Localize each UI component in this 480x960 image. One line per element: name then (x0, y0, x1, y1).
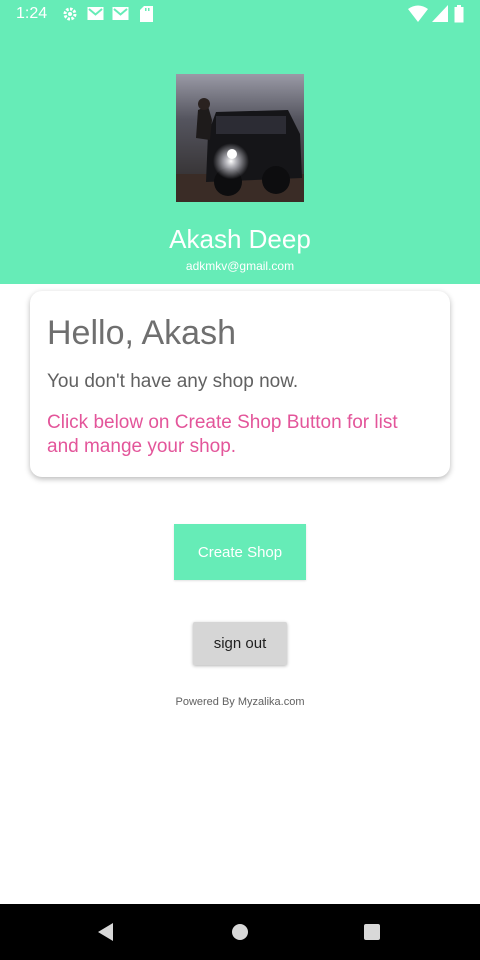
gear-icon (62, 6, 78, 27)
create-shop-hint: Click below on Create Shop Button for li… (47, 412, 398, 457)
gmail-icon (87, 6, 104, 26)
greeting-heading: Hello, Akash (47, 314, 236, 352)
back-button[interactable] (76, 904, 136, 960)
recents-square-icon (364, 924, 380, 940)
shop-info-card: Hello, Akash You don't have any shop now… (30, 291, 450, 477)
status-time: 1:24 (16, 5, 48, 22)
no-shop-message: You don't have any shop now. (47, 371, 299, 392)
gmail-icon (112, 6, 129, 26)
sd-card-icon (140, 6, 153, 27)
wifi-icon (408, 5, 428, 27)
powered-by-footer: Powered By Myzalika.com (175, 696, 305, 708)
user-email: adkmkv@gmail.com (185, 259, 295, 273)
avatar (176, 74, 304, 202)
user-name: Akash Deep (169, 224, 311, 254)
home-circle-icon (232, 924, 248, 940)
navigation-bar (0, 904, 480, 960)
profile-header: Akash Deep adkmkv@gmail.com (0, 28, 480, 284)
back-triangle-icon (98, 923, 113, 941)
cell-signal-icon (432, 5, 448, 27)
battery-icon (454, 5, 464, 28)
sign-out-button[interactable]: sign out (193, 622, 287, 665)
status-bar: 1:24 (0, 0, 480, 28)
recents-button[interactable] (342, 904, 402, 960)
create-shop-button[interactable]: Create Shop (174, 524, 306, 580)
home-button[interactable] (210, 904, 270, 960)
